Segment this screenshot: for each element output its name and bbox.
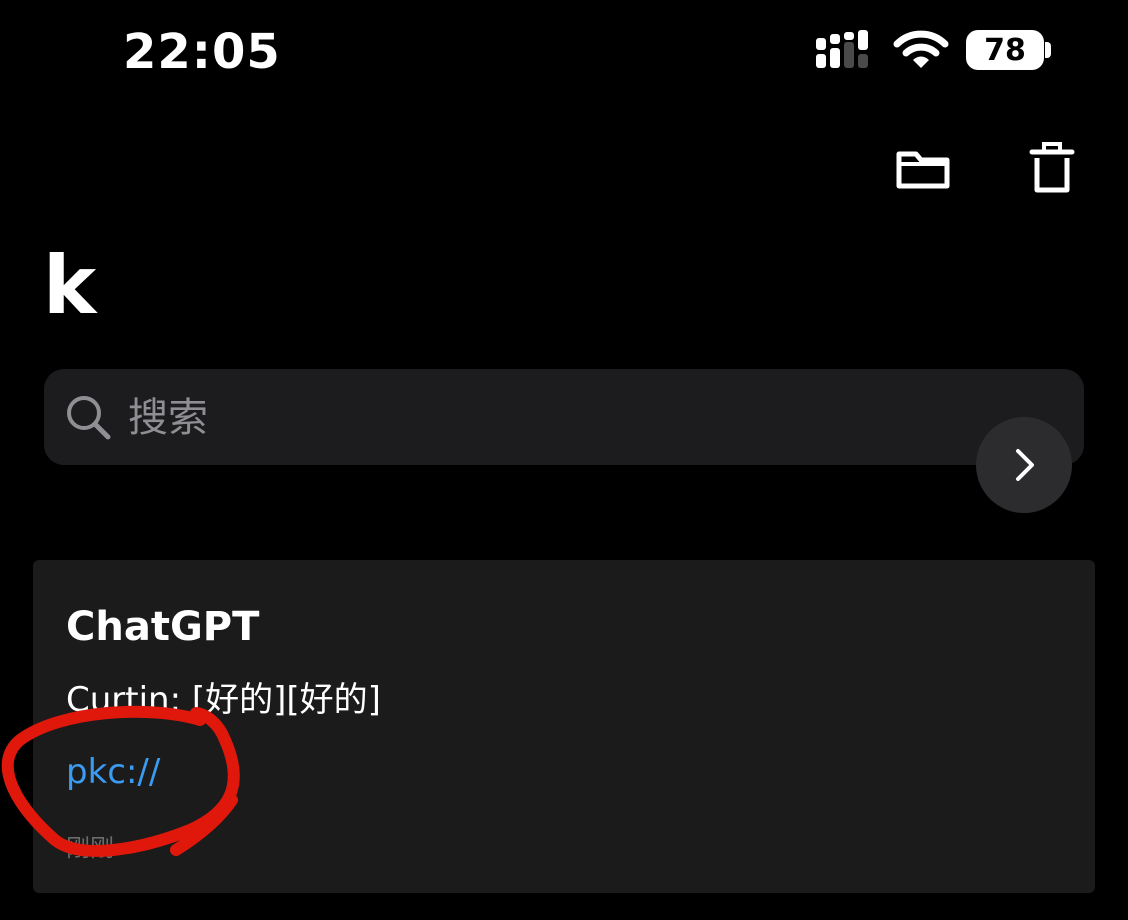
note-title: ChatGPT bbox=[66, 604, 260, 650]
battery-nub bbox=[1045, 42, 1051, 58]
next-button[interactable] bbox=[976, 417, 1072, 513]
trash-icon bbox=[1029, 142, 1075, 193]
page-title: k bbox=[43, 239, 97, 332]
folder-button[interactable] bbox=[893, 140, 953, 200]
battery-icon: 78 bbox=[966, 30, 1044, 70]
wifi-icon bbox=[893, 30, 949, 68]
battery-level: 78 bbox=[984, 32, 1026, 68]
note-preview: Curtin: [好的][好的] bbox=[66, 680, 381, 720]
delete-button[interactable] bbox=[1022, 140, 1082, 200]
folder-icon bbox=[896, 151, 950, 189]
note-card[interactable]: ChatGPT Curtin: [好的][好的] pkc:// 刚刚 bbox=[33, 560, 1095, 893]
search-input[interactable] bbox=[126, 385, 970, 451]
search-icon bbox=[67, 396, 111, 440]
note-link[interactable]: pkc:// bbox=[66, 752, 160, 792]
status-bar: 22:05 78 bbox=[0, 0, 1128, 100]
note-timestamp: 刚刚 bbox=[66, 834, 114, 862]
cellular-signal-icon bbox=[816, 30, 868, 68]
status-time: 22:05 bbox=[123, 24, 281, 80]
chevron-right-icon bbox=[1016, 449, 1034, 481]
search-bar[interactable] bbox=[44, 369, 1084, 465]
